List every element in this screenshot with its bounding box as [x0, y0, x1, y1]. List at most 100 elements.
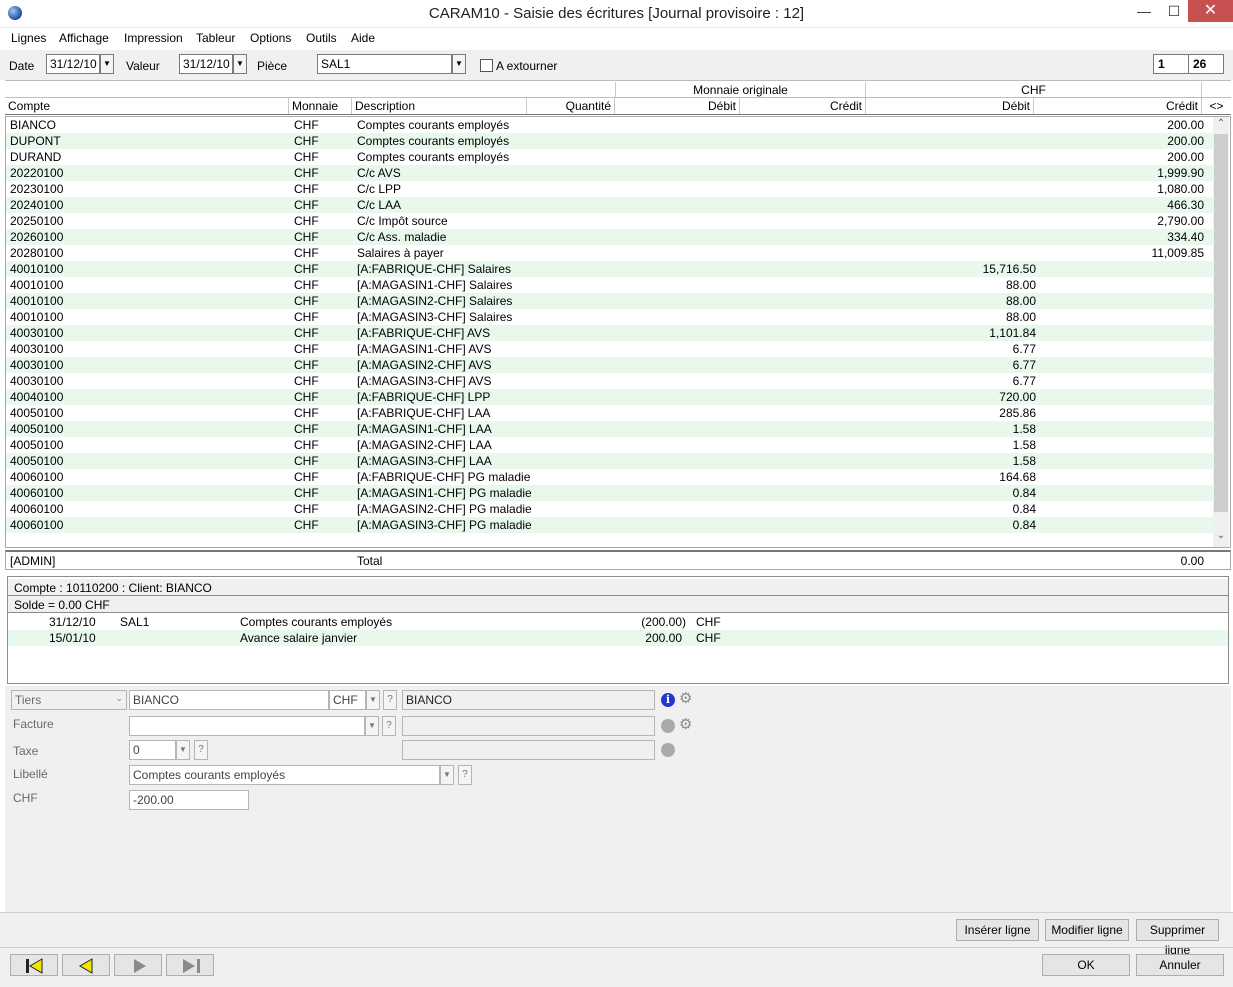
scroll-up-icon[interactable]: ⌃	[1213, 118, 1229, 129]
facture-dropdown[interactable]: ▼	[365, 716, 379, 736]
table-row[interactable]: 40060100 CHF [A:MAGASIN1-CHF] PG maladie 0.…	[6, 485, 1214, 501]
insert-line-button[interactable]: Insérer ligne	[956, 919, 1039, 941]
gears-icon[interactable]: ⚙	[679, 691, 695, 707]
maximize-button[interactable]: ☐	[1160, 0, 1188, 22]
table-row[interactable]: 40060100 CHF [A:MAGASIN2-CHF] PG maladie 0.…	[6, 501, 1214, 517]
libelle-input[interactable]: Comptes courants employés	[129, 765, 440, 785]
cell-compte: 40060100	[10, 518, 64, 532]
valeur-dropdown-button[interactable]: ▼	[233, 54, 247, 74]
col-debit-original[interactable]: Débit	[615, 98, 740, 114]
libelle-help-button[interactable]: ?	[458, 765, 472, 785]
date-input[interactable]: 31/12/10	[46, 54, 100, 74]
tiers-select[interactable]: Tiers ⌄	[11, 690, 127, 710]
col-monnaie[interactable]: Monnaie	[289, 98, 352, 114]
table-row[interactable]: 40060100 CHF [A:MAGASIN3-CHF] PG maladie 0.…	[6, 517, 1214, 533]
table-row[interactable]: 20230100 CHF C/c LPP 1,080.00	[6, 181, 1214, 197]
close-button[interactable]: ✕	[1188, 0, 1233, 22]
taxe-help-button[interactable]: ?	[194, 740, 208, 760]
entries-grid[interactable]: BIANCO CHF Comptes courants employés 200.00…	[5, 116, 1231, 548]
col-credit-chf[interactable]: Crédit	[1034, 98, 1202, 114]
gears-icon[interactable]: ⚙	[679, 717, 695, 733]
table-row[interactable]: BIANCO CHF Comptes courants employés 200.00	[6, 117, 1214, 133]
delete-line-button[interactable]: Supprimer ligne	[1136, 919, 1219, 957]
table-row[interactable]: 20280100 CHF Salaires à payer 11,009.85	[6, 245, 1214, 261]
table-row[interactable]: 40040100 CHF [A:FABRIQUE-CHF] LPP 720.00	[6, 389, 1214, 405]
menu-impression[interactable]: Impression	[124, 31, 183, 45]
col-compte[interactable]: Compte	[5, 98, 289, 114]
col-quantite[interactable]: Quantité	[527, 98, 615, 114]
last-record-button[interactable]	[166, 954, 214, 976]
cancel-button[interactable]: Annuler	[1136, 954, 1224, 976]
account-row[interactable]: 31/12/10 SAL1 Comptes courants employés …	[8, 614, 1228, 630]
account-row[interactable]: 15/01/10 Avance salaire janvier 200.00 C…	[8, 630, 1228, 646]
table-row[interactable]: 40010100 CHF [A:FABRIQUE-CHF] Salaires 15,7…	[6, 261, 1214, 277]
cell-debit-chf: 720.00	[999, 390, 1036, 404]
table-row[interactable]: 40050100 CHF [A:MAGASIN3-CHF] LAA 1.58	[6, 453, 1214, 469]
menu-outils[interactable]: Outils	[306, 31, 337, 45]
grid-scrollbar-thumb[interactable]	[1214, 134, 1228, 512]
piece-input[interactable]: SAL1	[317, 54, 452, 74]
menu-tableur[interactable]: Tableur	[196, 31, 235, 45]
table-row[interactable]: DUPONT CHF Comptes courants employés 200.00	[6, 133, 1214, 149]
menu-aide[interactable]: Aide	[351, 31, 375, 45]
table-row[interactable]: 20260100 CHF C/c Ass. maladie 334.40	[6, 229, 1214, 245]
cell-debit-chf: 88.00	[1005, 310, 1036, 324]
valeur-input[interactable]: 31/12/10	[179, 54, 233, 74]
grid-header: Monnaie originale CHF Compte Monnaie Des…	[5, 80, 1231, 115]
table-row[interactable]: 40060100 CHF [A:FABRIQUE-CHF] PG maladie 16…	[6, 469, 1214, 485]
chf-amount-input[interactable]: -200.00	[129, 790, 249, 810]
table-row[interactable]: 40010100 CHF [A:MAGASIN2-CHF] Salaires 88.0…	[6, 293, 1214, 309]
cell-monnaie: CHF	[294, 150, 319, 164]
cell-debit-chf: 88.00	[1005, 278, 1036, 292]
menu-options[interactable]: Options	[250, 31, 291, 45]
cell-compte: 40010100	[10, 278, 64, 292]
table-row[interactable]: 40030100 CHF [A:FABRIQUE-CHF] AVS 1,101.84	[6, 325, 1214, 341]
table-row[interactable]: 40030100 CHF [A:MAGASIN3-CHF] AVS 6.77	[6, 373, 1214, 389]
table-row[interactable]: 40030100 CHF [A:MAGASIN1-CHF] AVS 6.77	[6, 341, 1214, 357]
tiers-help-button[interactable]: ?	[383, 690, 397, 710]
date-dropdown-button[interactable]: ▼	[100, 54, 114, 74]
facture-label: Facture	[13, 717, 54, 731]
table-row[interactable]: 20220100 CHF C/c AVS 1,999.90	[6, 165, 1214, 181]
menu-affichage[interactable]: Affichage	[59, 31, 109, 45]
facture-help-button[interactable]: ?	[382, 716, 396, 736]
info-icon[interactable]: i	[661, 693, 675, 707]
tiers-input[interactable]: BIANCO	[129, 690, 329, 710]
cell-description: [A:MAGASIN2-CHF] PG maladie	[357, 502, 532, 516]
tiers-currency[interactable]: CHF	[329, 690, 366, 710]
table-row[interactable]: 20250100 CHF C/c Impôt source 2,790.00	[6, 213, 1214, 229]
col-description[interactable]: Description	[352, 98, 527, 114]
cell-monnaie: CHF	[294, 182, 319, 196]
first-record-button[interactable]	[10, 954, 58, 976]
facture-input[interactable]	[129, 716, 365, 736]
table-row[interactable]: 40010100 CHF [A:MAGASIN1-CHF] Salaires 88.0…	[6, 277, 1214, 293]
table-row[interactable]: 40030100 CHF [A:MAGASIN2-CHF] AVS 6.77	[6, 357, 1214, 373]
scroll-down-icon[interactable]: ⌄	[1213, 530, 1229, 541]
minimize-button[interactable]: —	[1128, 0, 1160, 22]
ok-button[interactable]: OK	[1042, 954, 1130, 976]
modify-line-button[interactable]: Modifier ligne	[1045, 919, 1129, 941]
table-row[interactable]: 40050100 CHF [A:MAGASIN2-CHF] LAA 1.58	[6, 437, 1214, 453]
table-row[interactable]: DURAND CHF Comptes courants employés 200.00	[6, 149, 1214, 165]
extourner-checkbox[interactable]	[480, 59, 493, 72]
last-arrow-icon	[183, 959, 200, 973]
tiers-currency-dropdown[interactable]: ▼	[366, 690, 380, 710]
table-row[interactable]: 40050100 CHF [A:MAGASIN1-CHF] LAA 1.58	[6, 421, 1214, 437]
menu-lignes[interactable]: Lignes	[11, 31, 46, 45]
facture-detail	[402, 716, 655, 736]
col-expand[interactable]: <>	[1202, 98, 1231, 114]
col-debit-chf[interactable]: Débit	[866, 98, 1034, 114]
window-title: CARAM10 - Saisie des écritures [Journal …	[428, 5, 805, 22]
col-credit-original[interactable]: Crédit	[740, 98, 866, 114]
next-record-button[interactable]	[114, 954, 162, 976]
taxe-dropdown[interactable]: ▼	[176, 740, 190, 760]
taxe-detail	[402, 740, 655, 760]
account-row-label: Avance salaire janvier	[240, 631, 358, 645]
table-row[interactable]: 40050100 CHF [A:FABRIQUE-CHF] LAA 285.86	[6, 405, 1214, 421]
previous-record-button[interactable]	[62, 954, 110, 976]
table-row[interactable]: 40010100 CHF [A:MAGASIN3-CHF] Salaires 88.0…	[6, 309, 1214, 325]
taxe-input[interactable]: 0	[129, 740, 176, 760]
table-row[interactable]: 20240100 CHF C/c LAA 466.30	[6, 197, 1214, 213]
piece-dropdown-button[interactable]: ▼	[452, 54, 466, 74]
libelle-dropdown[interactable]: ▼	[440, 765, 454, 785]
